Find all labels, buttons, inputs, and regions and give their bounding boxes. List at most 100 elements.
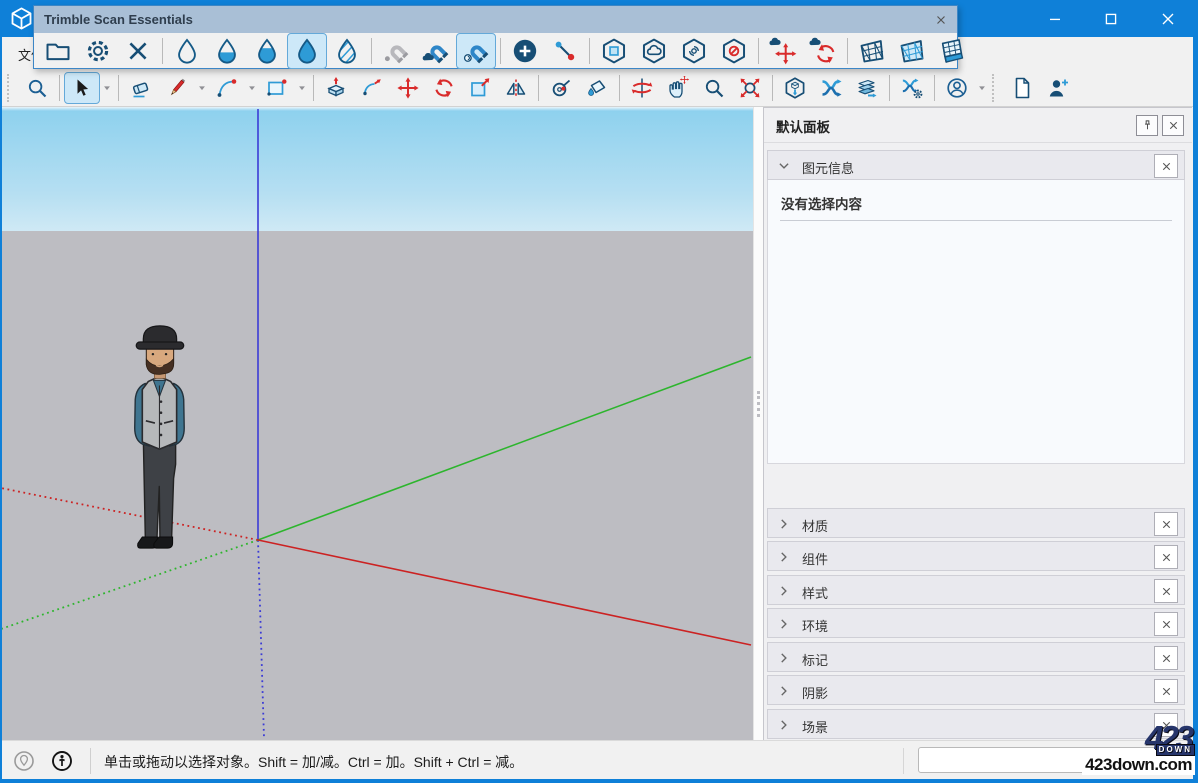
section-close-button[interactable]: [1154, 579, 1178, 603]
section-close-button[interactable]: [1154, 545, 1178, 569]
arc-button[interactable]: [209, 72, 245, 104]
hex-scan-button[interactable]: [674, 33, 714, 69]
close-icon: [1160, 618, 1173, 631]
geolocation-icon[interactable]: [12, 749, 36, 773]
tape-measure-button[interactable]: [543, 72, 579, 104]
drop-hatched-icon: [333, 37, 361, 65]
search-button[interactable]: [19, 72, 55, 104]
zoom-icon: [702, 76, 726, 100]
close-x-button[interactable]: [118, 33, 158, 69]
paint-bucket-icon: [585, 76, 609, 100]
rotate-button[interactable]: [426, 72, 462, 104]
orbit-button[interactable]: [624, 72, 660, 104]
tray-section-shadows[interactable]: 阴影: [767, 675, 1185, 705]
toolbar-separator: [934, 75, 935, 101]
hex-none-button[interactable]: [714, 33, 754, 69]
zoom-extents-button[interactable]: [732, 72, 768, 104]
scale-button[interactable]: [462, 72, 498, 104]
scan-essentials-window[interactable]: Trimble Scan Essentials: [33, 5, 958, 69]
rectangle-dropdown[interactable]: [295, 74, 309, 102]
panel-splitter[interactable]: [753, 107, 763, 740]
close-icon: [1167, 119, 1180, 132]
credits-info-icon[interactable]: [50, 749, 74, 773]
magnet-cloud-button[interactable]: [416, 33, 456, 69]
rectangle-button[interactable]: [259, 72, 295, 104]
drop-half-button[interactable]: [207, 33, 247, 69]
pencil-icon: [165, 76, 189, 100]
move-button[interactable]: [390, 72, 426, 104]
chevron-right-icon: [775, 716, 793, 734]
mesh-shaded-button[interactable]: [892, 33, 932, 69]
new-document-button[interactable]: [1004, 72, 1040, 104]
tray-section-environment[interactable]: 环境: [767, 608, 1185, 638]
flip-icon: [504, 76, 528, 100]
chevron-down-icon: [197, 83, 207, 93]
move-icon: [396, 76, 420, 100]
swap-settings-button[interactable]: [894, 72, 930, 104]
hex-scan-icon: [680, 37, 708, 65]
window-border-right: [1193, 37, 1198, 779]
account-dropdown[interactable]: [975, 74, 989, 102]
section-close-button[interactable]: [1154, 512, 1178, 536]
hex-cloud-button[interactable]: [634, 33, 674, 69]
account-button[interactable]: [939, 72, 975, 104]
scan-essentials-titlebar[interactable]: Trimble Scan Essentials: [34, 6, 957, 33]
section-close-button[interactable]: [1154, 679, 1178, 703]
mesh-wireframe-button[interactable]: [852, 33, 892, 69]
minimize-button[interactable]: [1032, 0, 1078, 37]
section-close-button[interactable]: [1154, 646, 1178, 670]
scan-essentials-close-button[interactable]: [931, 10, 951, 29]
settings-gear-button[interactable]: [78, 33, 118, 69]
eraser-button[interactable]: [123, 72, 159, 104]
rotate-cloud-button[interactable]: [803, 33, 843, 69]
pencil-dropdown[interactable]: [195, 74, 209, 102]
push-pull-button[interactable]: [318, 72, 354, 104]
toolbar-drag-handle[interactable]: [7, 74, 14, 102]
tray-pin-button[interactable]: [1136, 115, 1158, 136]
model-download-button[interactable]: [777, 72, 813, 104]
pan-button[interactable]: [660, 72, 696, 104]
open-folder-button[interactable]: [38, 33, 78, 69]
hex-clipbox-button[interactable]: [594, 33, 634, 69]
drop-full-button[interactable]: [287, 33, 327, 69]
move-cloud-button[interactable]: [763, 33, 803, 69]
tray-section-entity-info[interactable]: 图元信息: [767, 150, 1185, 180]
layers-export-button[interactable]: [849, 72, 885, 104]
flip-button[interactable]: [498, 72, 534, 104]
close-button[interactable]: [1145, 0, 1191, 37]
tray-section-styles[interactable]: 样式: [767, 575, 1185, 605]
mesh-solid-button[interactable]: [932, 33, 972, 69]
paint-bucket-button[interactable]: [579, 72, 615, 104]
section-close-button[interactable]: [1154, 154, 1178, 178]
drop-hatched-button[interactable]: [327, 33, 367, 69]
tray-section-components[interactable]: 组件: [767, 541, 1185, 571]
drop-empty-button[interactable]: [167, 33, 207, 69]
follow-me-button[interactable]: [354, 72, 390, 104]
select-button[interactable]: [64, 72, 100, 104]
tray-close-button[interactable]: [1162, 115, 1184, 136]
maximize-button[interactable]: [1088, 0, 1134, 37]
toolbar-separator: [847, 38, 848, 64]
tray-section-tags[interactable]: 标记: [767, 642, 1185, 672]
chevron-right-icon: [775, 682, 793, 700]
tray-section-materials[interactable]: 材质: [767, 508, 1185, 538]
add-point-button[interactable]: [505, 33, 545, 69]
model-viewport[interactable]: [0, 107, 753, 740]
section-close-button[interactable]: [1154, 612, 1178, 636]
pencil-button[interactable]: [159, 72, 195, 104]
select-dropdown[interactable]: [100, 74, 114, 102]
scale-figure-person[interactable]: [112, 322, 213, 556]
drop-half-icon: [213, 37, 241, 65]
zoom-button[interactable]: [696, 72, 732, 104]
drop-most-button[interactable]: [247, 33, 287, 69]
arc-dropdown[interactable]: [245, 74, 259, 102]
sketchup-window: 文件 Trimble Scan Essentials: [0, 0, 1198, 783]
segment-points-button[interactable]: [545, 33, 585, 69]
magnet-scan-button[interactable]: [456, 33, 496, 69]
add-person-button[interactable]: [1040, 72, 1076, 104]
tray-section-label: 场景: [802, 717, 828, 736]
toolbar-drag-handle[interactable]: [992, 74, 999, 102]
toolbar-separator: [589, 38, 590, 64]
hex-none-icon: [720, 37, 748, 65]
swap-arrows-button[interactable]: [813, 72, 849, 104]
